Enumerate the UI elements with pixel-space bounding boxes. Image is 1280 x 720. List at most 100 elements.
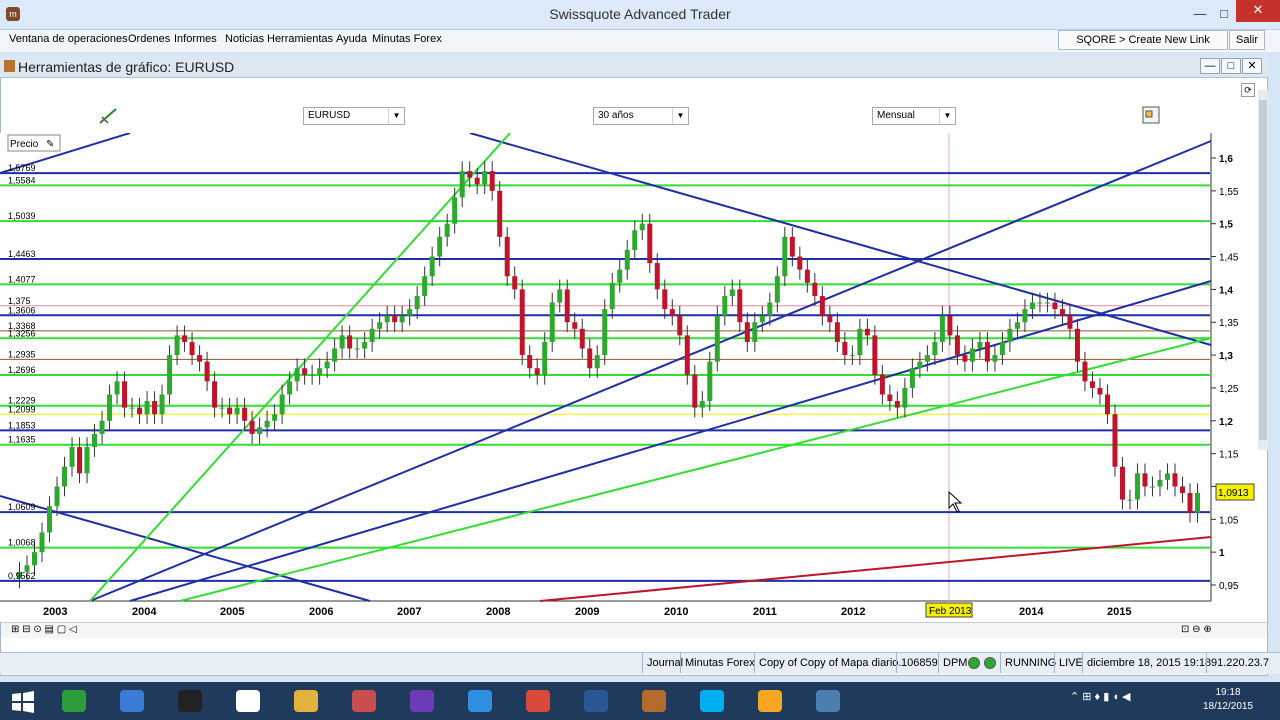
y-tick-label: 1,5 [1219, 220, 1233, 231]
chart-maximize-button[interactable]: □ [1221, 58, 1241, 74]
candle-body [167, 355, 173, 395]
candle-body [99, 420, 105, 434]
taskbar-clock[interactable]: 19:18 18/12/2015 [1196, 686, 1260, 714]
candle-body [767, 302, 773, 316]
system-tray[interactable]: ⌃ ⊞ ♦ ▮ ◖ ◀ [1070, 690, 1190, 710]
candle-body [587, 348, 593, 369]
candle-body [857, 328, 863, 356]
salir-button[interactable]: Salir [1229, 30, 1265, 50]
workspace-name[interactable]: Copy of Copy of Mapa diario. [754, 653, 905, 673]
candle-body [422, 276, 428, 296]
menu-noticias[interactable]: Noticias [225, 33, 264, 45]
candle-body [474, 177, 480, 185]
refresh-icon[interactable]: ⟳ [1241, 83, 1255, 97]
photos-icon [410, 690, 434, 712]
taskbar-app-snipping[interactable] [340, 684, 388, 718]
minutas-forex-tab[interactable]: Minutas Forex [680, 653, 759, 673]
taskbar-app-media[interactable] [166, 684, 214, 718]
candle-body [414, 295, 420, 310]
drawing-tools-icon[interactable] [98, 107, 118, 125]
candle-body [482, 171, 488, 185]
x-tick-label: 2006 [309, 606, 333, 618]
taskbar-app-rocket[interactable] [108, 684, 156, 718]
hp-icon [236, 690, 260, 712]
close-button[interactable]: ✕ [1236, 0, 1280, 22]
menu-ventana[interactable]: Ventana de operaciones [9, 33, 128, 45]
taskbar-app-skype[interactable] [688, 684, 736, 718]
menu-informes[interactable]: Informes [174, 33, 217, 45]
taskbar-app-hp[interactable] [224, 684, 272, 718]
candle-body [272, 414, 278, 421]
price-label-box[interactable]: Precio ✎ [7, 134, 61, 152]
maximize-button[interactable]: □ [1210, 4, 1238, 24]
period-select[interactable]: 30 años ▼ [593, 107, 689, 125]
x-tick-label: 2014 [1019, 606, 1044, 618]
chart-settings-icon[interactable] [1142, 106, 1160, 124]
zoom-in-out-icon[interactable]: ⊡ ⊖ ⊕ [1181, 624, 1212, 635]
taskbar-app-explorer[interactable] [282, 684, 330, 718]
candle-body [107, 394, 113, 421]
candle-body [1142, 473, 1148, 487]
taskbar-app-ie[interactable] [456, 684, 504, 718]
candle-body [287, 381, 293, 395]
menu-herramientas[interactable]: Herramientas [267, 33, 333, 45]
x-tick-label: 2003 [43, 606, 67, 618]
taskbar-app-word[interactable] [572, 684, 620, 718]
y-tick-label: 1 [1219, 548, 1225, 559]
zoom-controls-icon[interactable]: ⊞ ⊟ ⊙ ▤ ▢ ◁ [11, 624, 77, 635]
level-label: 1,0068 [8, 538, 36, 548]
taskbar-app-chrome[interactable] [514, 684, 562, 718]
candle-body [32, 552, 38, 566]
menu-ordenes[interactable]: Ordenes [128, 33, 170, 45]
vertical-scrollbar[interactable] [1258, 90, 1268, 450]
candle-body [497, 190, 503, 237]
candle-body [707, 361, 713, 402]
chart-minimize-button[interactable]: — [1200, 58, 1220, 74]
taskbar-app-flower[interactable] [746, 684, 794, 718]
interval-select[interactable]: Mensual ▼ [872, 107, 956, 125]
start-icon[interactable] [10, 690, 36, 714]
rocket-icon [120, 690, 144, 712]
candle-body [54, 486, 60, 507]
candle-body [1172, 473, 1178, 487]
candle-body [692, 374, 698, 408]
candle-body [894, 401, 900, 408]
level-label: 1,5039 [8, 211, 36, 221]
candle-body [662, 289, 668, 310]
x-tick-label: 2012 [841, 606, 865, 618]
candle-body [489, 171, 495, 191]
window-titlebar[interactable]: m Swissquote Advanced Trader — □ ✕ [0, 0, 1280, 30]
candle-body [1149, 486, 1155, 488]
price-label-text: Precio [10, 139, 39, 150]
scrollbar-thumb[interactable] [1259, 100, 1267, 440]
taskbar-app-trader[interactable] [630, 684, 678, 718]
candle-body [939, 315, 945, 342]
symbol-select[interactable]: EURUSD ▼ [303, 107, 405, 125]
candle-body [114, 381, 120, 395]
candle-body [564, 289, 570, 323]
screen-icon [816, 690, 840, 712]
candle-body [459, 171, 465, 198]
candle-body [722, 295, 728, 316]
chart-toolbar: EURUSD ▼ 30 años ▼ Mensual ▼ ⟳ [1, 79, 1267, 133]
taskbar-app-screen[interactable] [804, 684, 852, 718]
menu-ayuda[interactable]: Ayuda [336, 33, 367, 45]
candle-body [617, 269, 623, 283]
price-chart[interactable]: 1,57691,55841,50391,44631,40771,3751,360… [0, 133, 1258, 622]
taskbar-app-store[interactable] [50, 684, 98, 718]
level-label: 1,1635 [8, 435, 36, 445]
candle-body [759, 315, 765, 323]
candle-body [182, 335, 188, 342]
x-tick-label: 2009 [575, 606, 599, 618]
chevron-down-icon: ▼ [939, 108, 955, 124]
candle-body [354, 348, 360, 350]
taskbar-app-photos[interactable] [398, 684, 446, 718]
level-label: 1,2935 [8, 349, 36, 359]
chart-close-button[interactable]: ✕ [1242, 58, 1262, 74]
menu-minutas-forex[interactable]: Minutas Forex [372, 33, 442, 45]
tray-icons[interactable]: ⌃ ⊞ ♦ ▮ ◖ ◀ [1070, 691, 1130, 703]
create-new-link-button[interactable]: SQORE > Create New Link [1058, 30, 1228, 50]
candle-body [317, 368, 323, 375]
candle-body [84, 447, 90, 474]
candle-body [152, 401, 158, 415]
